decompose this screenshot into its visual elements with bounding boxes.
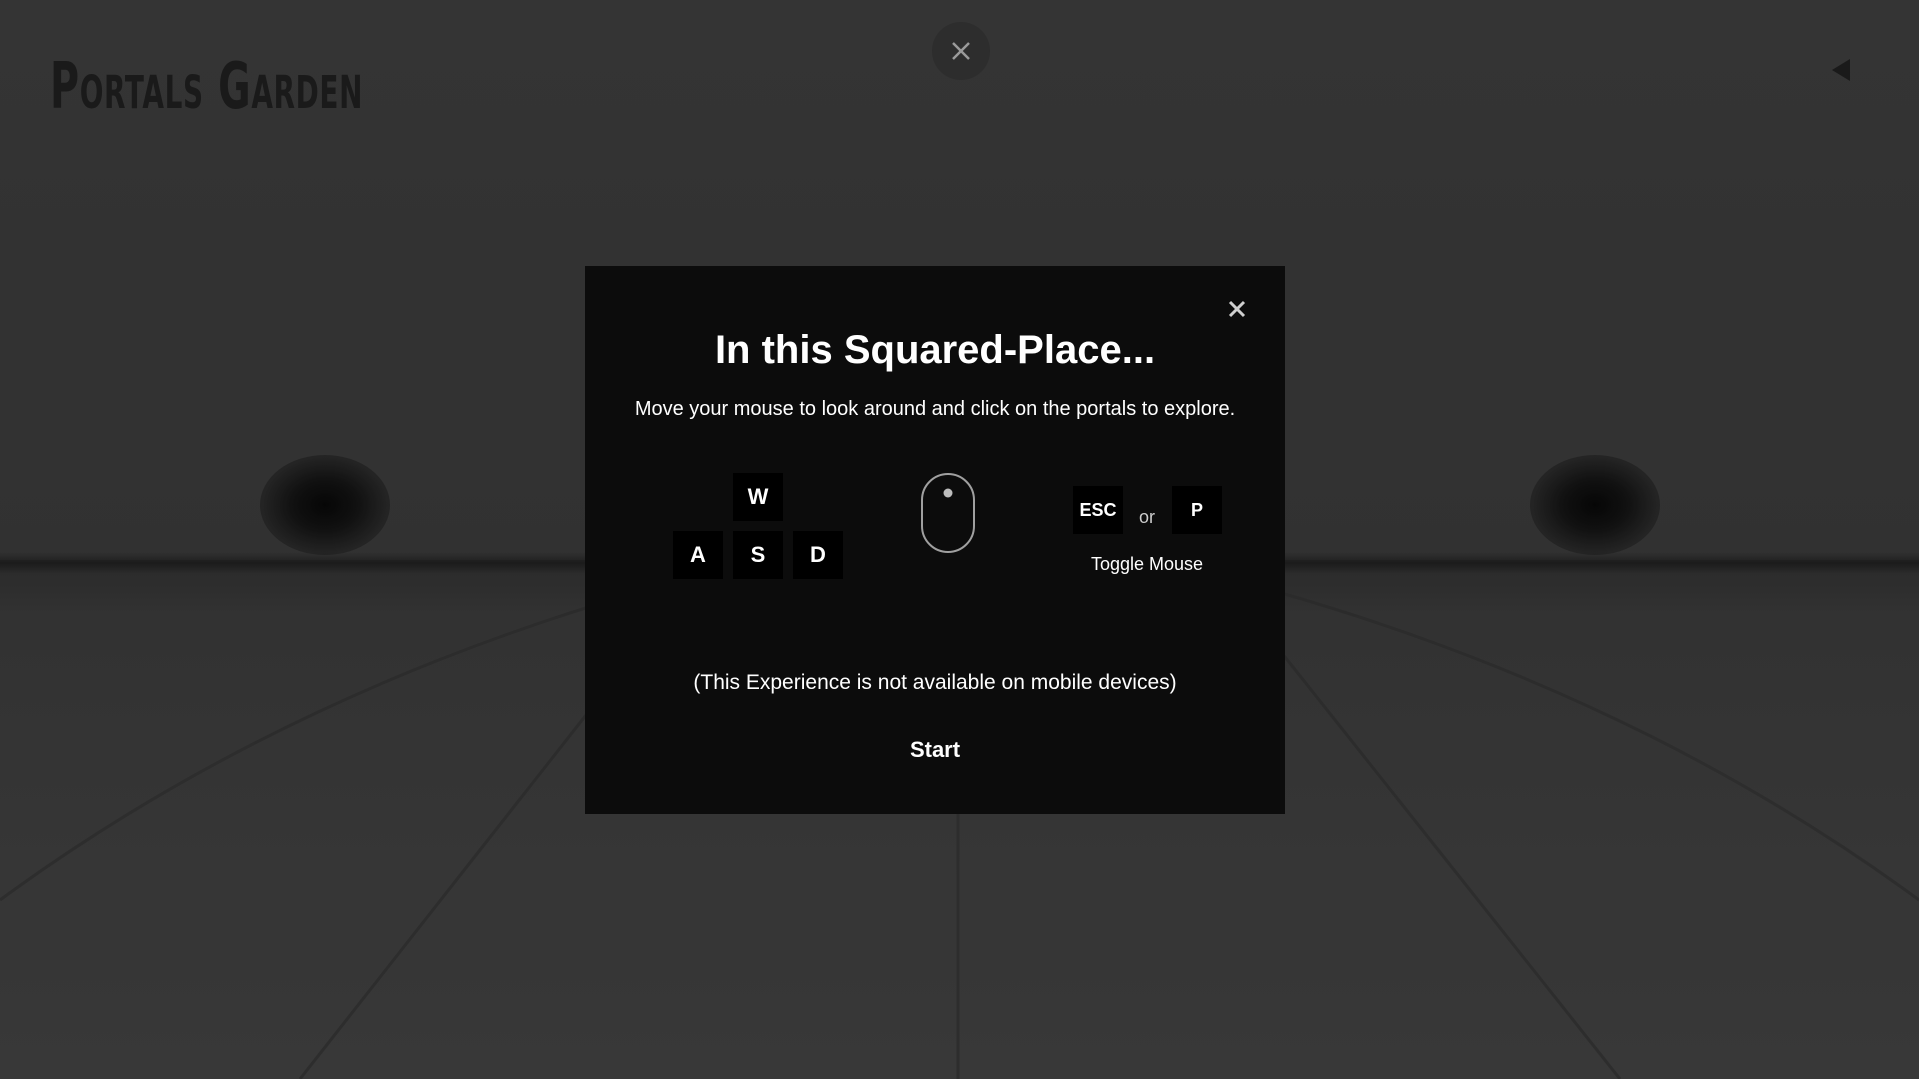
back-arrow-icon (1832, 59, 1850, 81)
mobile-note: (This Experience is not available on mob… (693, 671, 1177, 694)
back-button[interactable] (1828, 56, 1856, 84)
modal-close-button[interactable] (1224, 296, 1250, 322)
key-w: W (733, 473, 783, 521)
close-icon (1228, 300, 1246, 318)
key-s: S (733, 531, 783, 579)
key-d: D (793, 531, 843, 579)
close-icon (952, 42, 970, 60)
modal-title: In this Squared-Place... (714, 328, 1156, 372)
key-a: A (673, 531, 723, 579)
mouse-icon (921, 473, 975, 553)
or-text: or (1138, 507, 1155, 527)
modal-subtitle: Move your mouse to look around and click… (634, 398, 1236, 420)
key-p: P (1172, 486, 1222, 534)
start-button[interactable]: Start (880, 732, 990, 768)
toggle-mouse-label: Toggle Mouse (1090, 554, 1204, 574)
app-logo[interactable]: Portals Garden (50, 50, 363, 124)
top-close-button[interactable] (932, 22, 990, 80)
key-esc: ESC (1073, 486, 1123, 534)
